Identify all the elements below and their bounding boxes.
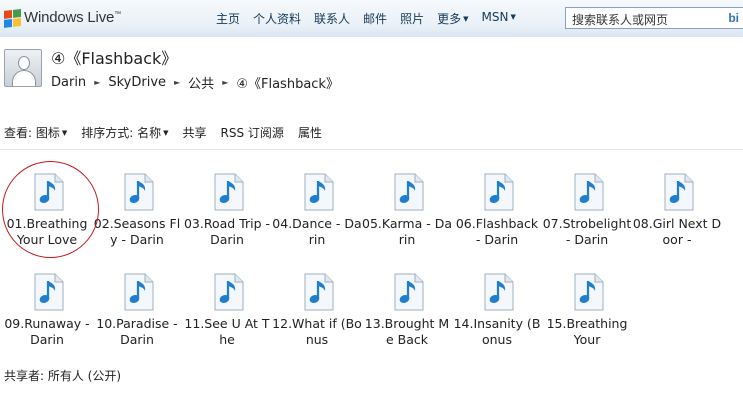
music-file-icon (34, 173, 64, 211)
share-button[interactable]: 共享 (183, 124, 207, 141)
dropdown-arrow-icon: ▼ (510, 13, 516, 21)
dropdown-arrow-icon: ▼ (163, 129, 169, 137)
toolbar: 查看: 图标 ▼ 排序方式: 名称 ▼ 共享 RSS 订阅源 属性 (4, 124, 336, 141)
file-name: 15.Breathing Your (546, 316, 628, 347)
music-file-icon (124, 173, 154, 211)
nav-contacts[interactable]: 联系人 (314, 10, 350, 27)
nav-label: MSN (481, 10, 509, 24)
music-file-icon (34, 273, 64, 311)
view-dropdown[interactable]: 查看: 图标 ▼ (4, 124, 67, 141)
music-file-icon (124, 273, 154, 311)
windows-live-logo[interactable]: Windows Live™ (4, 8, 121, 28)
file-item[interactable]: 05.Karma - Darin (362, 170, 452, 260)
file-item[interactable]: 14.Insanity (Bonus (452, 270, 542, 360)
file-name: 03.Road Trip - Darin (183, 216, 271, 247)
nav-label: 照片 (400, 12, 425, 26)
nav-label: 主页 (216, 12, 241, 26)
music-file-icon (484, 173, 514, 211)
music-file-icon (484, 273, 514, 311)
breadcrumb-separator-icon: ► (222, 78, 229, 87)
nav-label: 个人资料 (253, 12, 302, 26)
nav-msn[interactable]: MSN ▼ (481, 10, 515, 27)
sort-value: 名称 (137, 126, 162, 140)
properties-button[interactable]: 属性 (298, 124, 322, 141)
file-item[interactable]: 03.Road Trip - Darin (182, 170, 272, 260)
dropdown-arrow-icon: ▼ (463, 15, 469, 23)
breadcrumb-darin[interactable]: Darin (51, 75, 86, 90)
nav-more[interactable]: 更多 ▼ (437, 10, 468, 27)
file-name: 12.What if (Bonus (272, 316, 362, 347)
bing-logo[interactable]: bi (728, 11, 739, 25)
top-nav: 主页 个人资料 联系人 邮件 照片 更多 ▼ MSN ▼ (216, 10, 529, 27)
breadcrumb-separator-icon: ► (94, 78, 101, 87)
view-value: 图标 (35, 126, 60, 140)
brand-tm: ™ (114, 11, 121, 18)
file-name: 05.Karma - Darin (362, 216, 452, 247)
breadcrumb: Darin ► SkyDrive ► 公共 ► ④《Flashback》 (51, 73, 339, 92)
file-name: 14.Insanity (Bonus (453, 316, 541, 347)
music-file-icon (664, 173, 694, 211)
shared-with-text: 共享者: 所有人 (公开) (4, 369, 122, 383)
music-file-icon (574, 273, 604, 311)
file-name: 01.Breathing Your Love (6, 216, 88, 247)
file-name: 13.Brought Me Back (364, 316, 450, 347)
nav-label: 联系人 (314, 12, 351, 26)
file-item[interactable]: 12.What if (Bonus (272, 270, 362, 360)
search-placeholder: 搜索联系人或网页 (572, 13, 669, 27)
nav-profile[interactable]: 个人资料 (253, 10, 301, 27)
music-file-icon (304, 273, 334, 311)
file-name: 09.Runaway - Darin (4, 316, 90, 347)
file-item[interactable]: 04.Dance - Darin (272, 170, 362, 260)
page-title: ④《Flashback》 (51, 49, 178, 68)
file-item[interactable]: 06.Flashback - Darin (452, 170, 542, 260)
file-item[interactable]: 13.Brought Me Back (362, 270, 452, 360)
file-name: 04.Dance - Darin (272, 216, 362, 247)
sort-label: 排序方式: (81, 126, 138, 140)
music-file-icon (394, 173, 424, 211)
file-item[interactable]: 10.Paradise - Darin (92, 270, 182, 360)
nav-label: 邮件 (363, 12, 388, 26)
breadcrumb-current: ④《Flashback》 (236, 77, 339, 92)
breadcrumb-separator-icon: ► (174, 78, 181, 87)
file-item[interactable]: 07.Strobelight - Darin (542, 170, 632, 260)
file-name: 02.Seasons Fly - Darin (93, 216, 181, 247)
nav-photos[interactable]: 照片 (400, 10, 424, 27)
nav-mail[interactable]: 邮件 (363, 10, 387, 27)
brand-name: Windows Live (24, 9, 115, 26)
nav-home[interactable]: 主页 (216, 10, 240, 27)
file-item[interactable]: 08.Girl Next Door - (632, 170, 722, 260)
music-file-icon (394, 273, 424, 311)
search-input[interactable]: 搜索联系人或网页 bi (565, 7, 743, 29)
file-item[interactable]: 02.Seasons Fly - Darin (92, 170, 182, 260)
avatar-body (12, 70, 36, 86)
music-file-icon (214, 173, 244, 211)
top-header: Windows Live™ 主页 个人资料 联系人 邮件 照片 更多 ▼ MSN ▼… (0, 0, 743, 37)
file-name: 11.See U At The (184, 316, 270, 347)
file-item[interactable]: 01.Breathing Your Love (2, 170, 92, 260)
dropdown-arrow-icon: ▼ (61, 129, 68, 137)
file-name: 07.Strobelight - Darin (542, 216, 632, 247)
breadcrumb-skydrive[interactable]: SkyDrive (108, 75, 166, 90)
sort-dropdown[interactable]: 排序方式: 名称 ▼ (81, 124, 168, 141)
windows-flag-icon (4, 8, 21, 28)
file-name: 06.Flashback - Darin (455, 216, 539, 247)
toolbar-divider (0, 149, 743, 150)
music-file-icon (304, 173, 334, 211)
file-item[interactable]: 15.Breathing Your (542, 270, 632, 360)
avatar-head (18, 56, 30, 70)
breadcrumb-public[interactable]: 公共 (188, 73, 214, 92)
avatar[interactable] (4, 49, 42, 87)
file-item[interactable]: 09.Runaway - Darin (2, 270, 92, 360)
view-label: 查看: (4, 126, 36, 140)
rss-feed-link[interactable]: RSS 订阅源 (221, 124, 284, 141)
music-file-icon (214, 273, 244, 311)
file-name: 08.Girl Next Door - (632, 216, 722, 247)
file-name: 10.Paradise - Darin (96, 316, 178, 347)
music-file-icon (574, 173, 604, 211)
nav-label: 更多 (437, 12, 462, 26)
file-item[interactable]: 11.See U At The (182, 270, 272, 360)
